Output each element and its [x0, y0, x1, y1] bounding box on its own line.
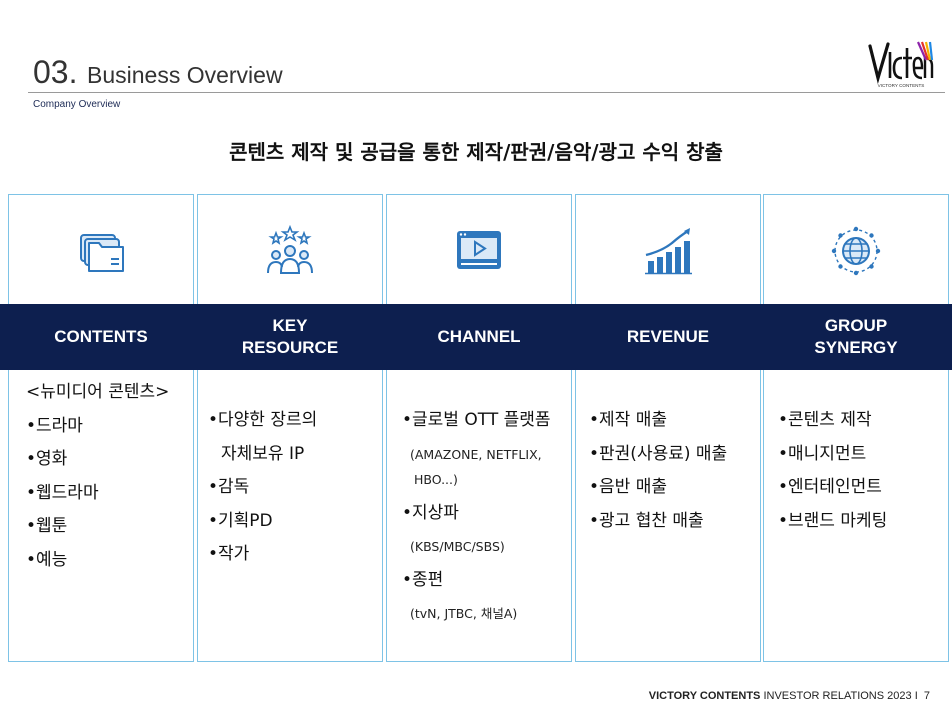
- list-item: •영화: [26, 449, 68, 469]
- page-number: 7: [923, 690, 930, 702]
- list-item: •매니지먼트: [778, 443, 867, 464]
- column-title-revenue: REVENUE: [626, 327, 710, 346]
- list-item: •웹툰: [26, 516, 68, 536]
- header-divider: [28, 92, 945, 93]
- list-item: •글로벌 OTT 플랫폼: [402, 410, 551, 430]
- victory-contents-logo: VICTORY CONTENTS: [868, 41, 934, 88]
- footer-separator: I: [914, 690, 918, 702]
- list-item: •음반 매출: [589, 477, 667, 497]
- list-item-detail: (KBS/MBC/SBS): [410, 539, 505, 554]
- list-item: •감독: [208, 477, 250, 497]
- list-item: •판권(사용료) 매출: [589, 443, 728, 464]
- list-item: •드라마: [26, 415, 83, 436]
- list-item: •지상파: [402, 502, 459, 523]
- list-item-detail: (tvN, JTBC, 채널A): [410, 606, 518, 621]
- revenue-list: •제작 매출 •판권(사용료) 매출 •음반 매출 •광고 협찬 매출: [589, 404, 727, 538]
- list-item: •제작 매출: [589, 410, 667, 430]
- channel-list: •글로벌 OTT 플랫폼 (AMAZONE, NETFLIX, HBO...) …: [402, 404, 551, 631]
- headline: 콘텐츠 제작 및 공급을 통한 제작/판권/음악/광고 수익 창출: [229, 140, 723, 164]
- list-item: <뉴미디어 콘텐츠>: [26, 382, 170, 402]
- footer-text: INVESTOR RELATIONS 2023: [763, 690, 912, 702]
- video-player-icon: [457, 231, 501, 269]
- contents-list: <뉴미디어 콘텐츠> •드라마 •영화 •웹드라마 •웹툰 •예능: [26, 376, 169, 577]
- list-item: •다양한 장르의: [208, 410, 318, 430]
- people-stars-icon: [267, 225, 313, 274]
- list-item: •콘텐츠 제작: [778, 410, 872, 430]
- list-item: •브랜드 마케팅: [778, 510, 888, 531]
- list-item: •기획PD: [208, 510, 273, 531]
- list-item: •엔터테인먼트: [778, 477, 882, 497]
- group-synergy-list: •콘텐츠 제작 •매니지먼트 •엔터테인먼트 •브랜드 마케팅: [778, 404, 887, 538]
- section-number: 03.: [33, 54, 78, 90]
- list-item: •웹드라마: [26, 482, 99, 503]
- column-title-group-synergy: GROUP SYNERGY: [814, 316, 898, 357]
- column-title-key-resource: KEY RESOURCE: [241, 316, 339, 357]
- footer-brand: VICTORY CONTENTS: [648, 690, 761, 702]
- column-title-channel: CHANNEL: [437, 327, 521, 346]
- page-subtitle: Company Overview: [33, 99, 121, 110]
- list-item: 자체보유 IP: [221, 443, 305, 464]
- list-item: •광고 협찬 매출: [589, 510, 704, 531]
- list-item: •예능: [26, 549, 68, 570]
- footer: VICTORY CONTENTS INVESTOR RELATIONS 2023…: [649, 690, 930, 702]
- list-item: •종편: [402, 569, 444, 590]
- growth-chart-icon: [645, 228, 692, 275]
- list-item: •작가: [208, 544, 250, 564]
- logo-tagline: VICTORY CONTENTS: [878, 83, 925, 88]
- folders-icon: [80, 234, 124, 272]
- column-title-contents: CONTENTS: [54, 327, 148, 346]
- page-title: Business Overview: [87, 62, 283, 88]
- globe-network-icon: [831, 226, 881, 276]
- key-resource-list: •다양한 장르의 자체보유 IP •감독 •기획PD •작가: [208, 404, 317, 572]
